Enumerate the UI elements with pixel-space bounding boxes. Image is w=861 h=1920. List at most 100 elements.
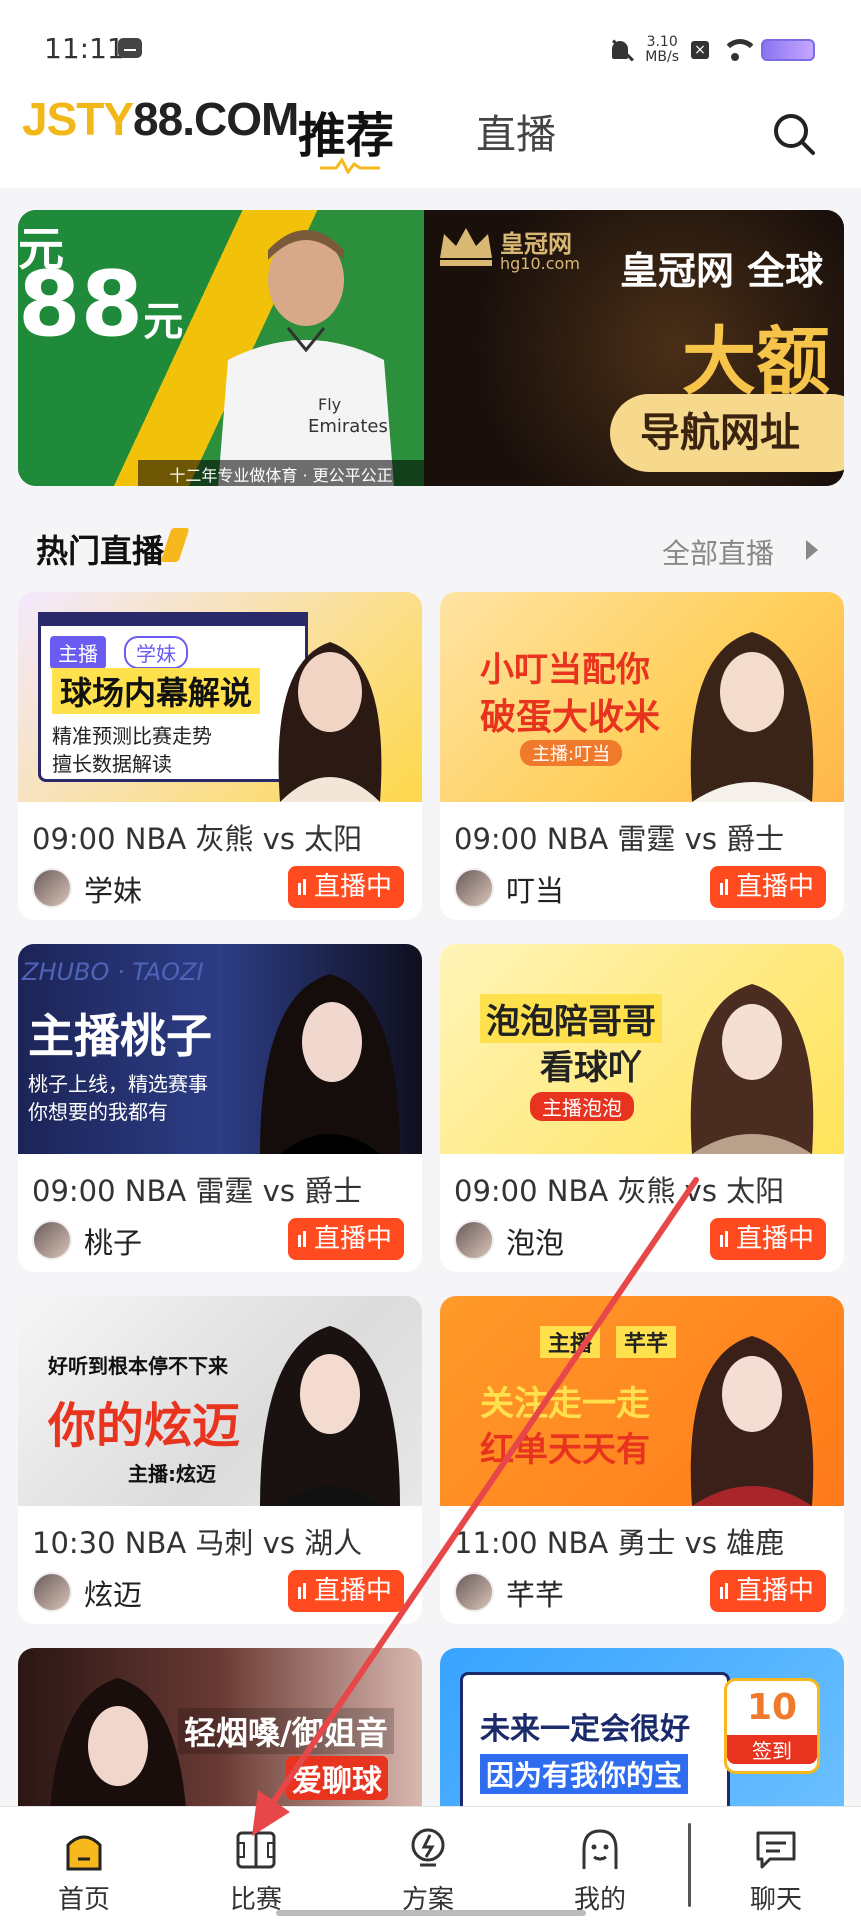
promo-banner[interactable]: 元 88元 Fly Emirates 十二年专业做体育 · 更公平公正 皇冠网 … xyxy=(18,210,844,486)
bottom-nav: 首页 比赛 方案 我的 聊天 xyxy=(0,1806,861,1920)
host-photo xyxy=(260,1326,400,1506)
cover-subtitle-2: 擅长数据解读 xyxy=(52,752,172,776)
banner-amount-unit: 元 xyxy=(143,299,184,345)
cover-subtitle: 桃子上线，精选赛事 xyxy=(28,1072,208,1096)
avatar xyxy=(32,1220,72,1260)
live-badge: 直播中 xyxy=(287,1218,404,1260)
nav-plan[interactable]: 方案 xyxy=(368,1817,488,1917)
live-equalizer-icon xyxy=(297,879,306,895)
host-photo xyxy=(690,632,814,802)
live-equalizer-icon xyxy=(297,1583,306,1599)
wifi-icon xyxy=(721,39,759,61)
section-title-deco xyxy=(160,528,190,562)
host-name: 泡泡 xyxy=(506,1226,565,1260)
match-title: 11:00 NBA 勇士 vs 雄鹿 xyxy=(454,1526,785,1560)
signin-badge-label: 签到 xyxy=(727,1735,817,1764)
live-badge: 直播中 xyxy=(287,866,404,908)
host-name: 芊芊 xyxy=(506,1578,565,1612)
cover-title: 轻烟嗓/御姐音 xyxy=(178,1708,394,1754)
live-card[interactable]: 好听到根本停不下来 你的炫迈 主播:炫迈 10:30 NBA 马刺 vs 湖人 … xyxy=(18,1296,422,1624)
nav-profile[interactable]: 我的 xyxy=(540,1817,660,1917)
live-badge-text: 直播中 xyxy=(735,872,814,902)
live-card[interactable]: 泡泡陪哥哥 看球吖 主播泡泡 09:00 NBA 灰熊 vs 太阳 泡泡 直播中 xyxy=(440,944,844,1272)
avatar xyxy=(32,868,72,908)
cover-tag-host: 主播 xyxy=(50,636,106,669)
signin-badge[interactable]: 10 签到 xyxy=(724,1678,820,1774)
chevron-right-icon[interactable] xyxy=(806,540,818,560)
svg-text:Emirates: Emirates xyxy=(308,416,388,437)
cover-tag-host: 主播 xyxy=(540,1326,601,1358)
cover-title: 小叮当配你 xyxy=(480,650,650,690)
player-image: Fly Emirates xyxy=(218,230,394,486)
host-name: 炫迈 xyxy=(84,1578,143,1612)
live-card-cover: 好听到根本停不下来 你的炫迈 主播:炫迈 xyxy=(18,1296,422,1506)
no-sim-icon: × xyxy=(691,41,709,59)
banner-amount-top: 元 xyxy=(18,222,64,276)
banner-slogan: 十二年专业做体育 · 更公平公正 xyxy=(138,460,424,486)
live-badge: 直播中 xyxy=(287,1570,404,1612)
svg-text:Fly: Fly xyxy=(318,395,341,414)
cover-title-2: 看球吖 xyxy=(540,1048,642,1088)
nav-chat[interactable]: 聊天 xyxy=(716,1817,836,1917)
section-title: 热门直播 xyxy=(36,532,165,570)
top-header: JSTY88.COM 推荐 直播 xyxy=(0,78,861,188)
live-card-cover: ZHUBO · TAOZI 主播桃子 桃子上线，精选赛事 你想要的我都有 xyxy=(18,944,422,1154)
see-all-live-link[interactable]: 全部直播 xyxy=(662,532,774,572)
nav-divider xyxy=(688,1823,691,1907)
cover-title: 未来一定会很好 xyxy=(480,1712,690,1747)
live-badge: 直播中 xyxy=(709,1218,826,1260)
live-badge: 直播中 xyxy=(709,866,826,908)
live-equalizer-icon xyxy=(719,1583,728,1599)
live-badge-text: 直播中 xyxy=(735,1224,814,1254)
logo-text-jsty: JSTY xyxy=(22,93,134,145)
banner-big-text: 大额 xyxy=(682,319,830,405)
live-card-cover: 主播 学妹 球场内幕解说 精准预测比赛走势 擅长数据解读 xyxy=(18,592,422,802)
site-logo[interactable]: JSTY88.COM xyxy=(22,92,299,146)
cover-title: 主播桃子 xyxy=(28,1009,212,1063)
nav-label-chat: 聊天 xyxy=(749,1885,802,1915)
host-photo xyxy=(278,642,382,802)
match-title: 09:00 NBA 雷霆 vs 爵士 xyxy=(454,822,785,856)
live-equalizer-icon xyxy=(719,879,728,895)
cover-title: 你的炫迈 xyxy=(48,1398,241,1454)
tab-live[interactable]: 直播 xyxy=(476,102,556,160)
live-card[interactable]: 主播 芊芊 关注走一走 红单天天有 11:00 NBA 勇士 vs 雄鹿 芊芊 … xyxy=(440,1296,844,1624)
live-card-cover: 小叮当配你 破蛋大收米 主播:叮当 xyxy=(440,592,844,802)
cover-subtitle: 精准预测比赛走势 xyxy=(52,724,212,748)
host-name: 学妹 xyxy=(84,874,143,908)
live-card[interactable]: 小叮当配你 破蛋大收米 主播:叮当 09:00 NBA 雷霆 vs 爵士 叮当 … xyxy=(440,592,844,920)
cover-subtitle: 主播:叮当 xyxy=(520,740,623,766)
search-icon[interactable] xyxy=(772,112,816,156)
host-name: 桃子 xyxy=(84,1226,143,1260)
avatar xyxy=(454,868,494,908)
cover-subtitle: 因为有我你的宝 xyxy=(480,1754,689,1794)
logo-text-domain: 88.COM xyxy=(133,93,299,145)
plan-icon xyxy=(411,1828,445,1867)
status-bar: 11:11 3.10 MB/s × xyxy=(0,0,861,78)
tab-recommend[interactable]: 推荐 xyxy=(298,96,394,166)
signin-badge-number: 10 xyxy=(746,1687,798,1728)
status-indicators: 3.10 MB/s × xyxy=(609,34,815,66)
host-photo xyxy=(690,984,814,1154)
network-speed-unit: MB/s xyxy=(645,49,679,65)
home-icon xyxy=(66,1835,102,1871)
live-equalizer-icon xyxy=(719,1231,728,1247)
cover-title-2: 红单天天有 xyxy=(480,1430,650,1470)
live-card[interactable]: 主播 学妹 球场内幕解说 精准预测比赛走势 擅长数据解读 09:00 NBA 灰… xyxy=(18,592,422,920)
cover-title-2: 破蛋大收米 xyxy=(480,697,661,738)
banner-nav-button[interactable]: 导航网址 xyxy=(610,394,844,472)
avatar xyxy=(454,1572,494,1612)
match-title: 09:00 NBA 雷霆 vs 爵士 xyxy=(32,1174,363,1208)
cover-title: 球场内幕解说 xyxy=(52,668,261,714)
cover-watermark: ZHUBO · TAOZI xyxy=(22,958,204,986)
nav-match[interactable]: 比赛 xyxy=(196,1817,316,1917)
live-card[interactable]: ZHUBO · TAOZI 主播桃子 桃子上线，精选赛事 你想要的我都有 09:… xyxy=(18,944,422,1272)
network-speed-value: 3.10 xyxy=(646,34,678,50)
match-icon xyxy=(236,1831,276,1869)
live-badge-text: 直播中 xyxy=(313,1224,392,1254)
cover-title: 泡泡陪哥哥 xyxy=(480,994,662,1043)
chat-icon xyxy=(756,1831,796,1869)
nav-home[interactable]: 首页 xyxy=(24,1817,144,1917)
cover-subtitle: 主播泡泡 xyxy=(530,1092,634,1121)
profile-icon xyxy=(582,1829,618,1869)
